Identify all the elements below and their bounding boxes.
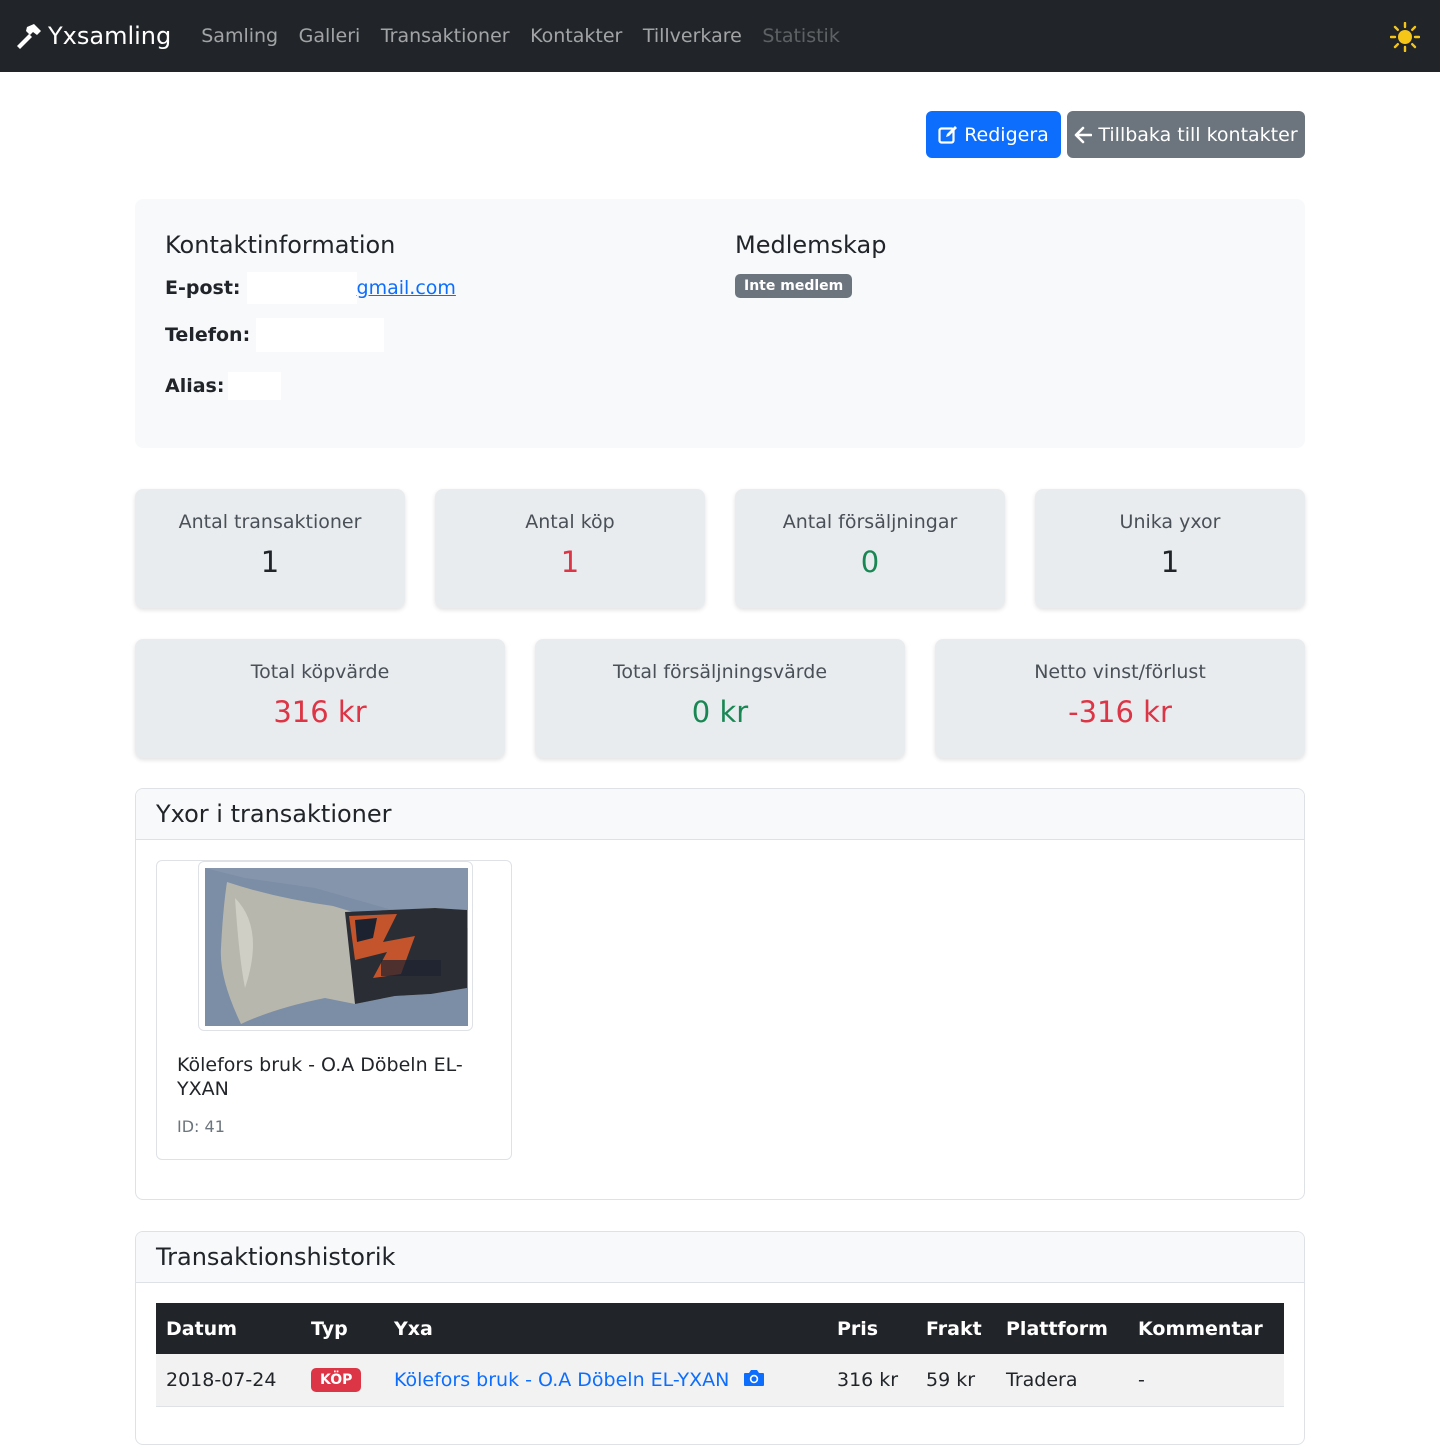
edit-button[interactable]: Redigera xyxy=(926,111,1061,158)
stat-card-net: Netto vinst/förlust -316 kr xyxy=(935,639,1305,758)
alias-label: Alias: xyxy=(165,375,225,397)
column-header: Plattform xyxy=(1006,1317,1108,1340)
stat-value: 1 xyxy=(1160,545,1180,579)
edit-button-label: Redigera xyxy=(964,123,1049,146)
phone-label: Telefon: xyxy=(165,324,251,346)
stat-label: Netto vinst/förlust xyxy=(1034,661,1206,683)
table-header-row: Datum Typ Yxa Pris Frakt Plattform Komme… xyxy=(156,1303,1284,1354)
cell-type: KÖP xyxy=(301,1354,384,1406)
back-button-label: Tillbaka till kontakter xyxy=(1098,123,1298,146)
cell-shipping: 59 kr xyxy=(926,1368,976,1391)
camera-icon[interactable] xyxy=(743,1369,765,1387)
history-section-title: Transaktionshistorik xyxy=(136,1232,1304,1283)
table-row: 2018-07-24 KÖP Kölefors bruk - O.A Döbel… xyxy=(156,1354,1284,1406)
nav-link-transaktioner[interactable]: Transaktioner xyxy=(381,25,510,47)
nav-link-galleri[interactable]: Galleri xyxy=(299,25,361,47)
stat-card-sales: Antal försäljningar 0 xyxy=(735,489,1005,608)
cell-price: 316 kr xyxy=(837,1368,899,1391)
axe-thumbnail[interactable] xyxy=(198,861,473,1031)
nav-link-samling[interactable]: Samling xyxy=(201,25,278,47)
stat-label: Antal köp xyxy=(525,511,615,533)
axe-head-image xyxy=(205,868,468,1026)
nav-link-tillverkare[interactable]: Tillverkare xyxy=(643,25,742,47)
contact-info-title: Kontaktinformation xyxy=(165,231,396,259)
stat-label: Unika yxor xyxy=(1119,511,1221,533)
nav-link-statistik[interactable]: Statistik xyxy=(762,25,840,47)
membership-title: Medlemskap xyxy=(735,231,887,259)
stat-card-total-sales: Total försäljningsvärde 0 kr xyxy=(535,639,905,758)
cell-comment: - xyxy=(1138,1368,1145,1391)
stat-value: 1 xyxy=(560,545,580,579)
cell-platform: Tradera xyxy=(1006,1368,1078,1391)
history-section-card: Transaktionshistorik Datum Typ Yxa Pris … xyxy=(135,1231,1305,1445)
stat-value: 316 kr xyxy=(273,695,367,729)
stat-value: -316 kr xyxy=(1068,695,1172,729)
axe-link[interactable]: Kölefors bruk - O.A Döbeln EL-YXAN xyxy=(394,1369,729,1391)
phone-redaction xyxy=(256,318,385,352)
stat-label: Total försäljningsvärde xyxy=(612,661,828,683)
stat-value: 0 kr xyxy=(691,695,749,729)
stat-label: Antal transaktioner xyxy=(178,511,362,533)
stat-label: Total köpvärde xyxy=(250,661,390,683)
navbar: Yxsamling Samling Galleri Transaktioner … xyxy=(0,0,1440,72)
stat-card-total-purchase: Total köpvärde 316 kr xyxy=(135,639,505,758)
column-header: Kommentar xyxy=(1138,1317,1263,1340)
column-header: Typ xyxy=(311,1317,348,1340)
arrow-left-icon xyxy=(1075,126,1093,143)
back-to-contacts-button[interactable]: Tillbaka till kontakter xyxy=(1067,111,1305,158)
theme-toggle-button[interactable] xyxy=(1389,21,1421,53)
transaction-table: Datum Typ Yxa Pris Frakt Plattform Komme… xyxy=(156,1303,1284,1407)
email-redaction xyxy=(246,272,357,304)
stat-card-unique-axes: Unika yxor 1 xyxy=(1035,489,1305,608)
purchase-badge: KÖP xyxy=(311,1368,362,1393)
membership-badge: Inte medlem xyxy=(735,274,853,298)
sun-icon xyxy=(1389,21,1421,53)
nav-link-kontakter[interactable]: Kontakter xyxy=(530,25,622,47)
axe-name[interactable]: Kölefors bruk - O.A Döbeln EL-YXAN xyxy=(177,1053,477,1101)
email-label: E-post: xyxy=(165,277,241,299)
column-header: Frakt xyxy=(926,1317,982,1340)
stat-card-transactions: Antal transaktioner 1 xyxy=(135,489,405,608)
stat-card-purchases: Antal köp 1 xyxy=(435,489,705,608)
alias-redaction xyxy=(228,372,282,400)
axes-section-title: Yxor i transaktioner xyxy=(136,789,1304,840)
axes-section-card: Yxor i transaktioner Kölefors bruk - O.A… xyxy=(135,788,1305,1200)
axe-card[interactable]: Kölefors bruk - O.A Döbeln EL-YXAN ID: 4… xyxy=(156,860,512,1160)
cell-axe: Kölefors bruk - O.A Döbeln EL-YXAN xyxy=(384,1354,827,1406)
column-header: Datum xyxy=(166,1317,237,1340)
nav-links: Samling Galleri Transaktioner Kontakter … xyxy=(201,25,860,47)
brand-name: Yxsamling xyxy=(48,22,172,50)
edit-icon xyxy=(938,125,958,144)
cell-date: 2018-07-24 xyxy=(166,1368,277,1391)
axe-id: ID: 41 xyxy=(177,1117,225,1136)
stat-value: 1 xyxy=(260,545,280,579)
contact-info-panel: Kontaktinformation E-post: gmail.com Tel… xyxy=(135,199,1305,448)
stat-value: 0 xyxy=(860,545,880,579)
phone-row: Telefon: xyxy=(165,318,385,352)
email-row: E-post: gmail.com xyxy=(165,272,456,304)
brand-link[interactable]: Yxsamling xyxy=(14,22,171,50)
email-link[interactable]: gmail.com xyxy=(357,277,456,299)
hammer-icon xyxy=(17,24,41,49)
column-header: Pris xyxy=(837,1317,879,1340)
stat-label: Antal försäljningar xyxy=(782,511,958,533)
column-header: Yxa xyxy=(394,1317,433,1340)
alias-row: Alias: xyxy=(165,372,282,400)
